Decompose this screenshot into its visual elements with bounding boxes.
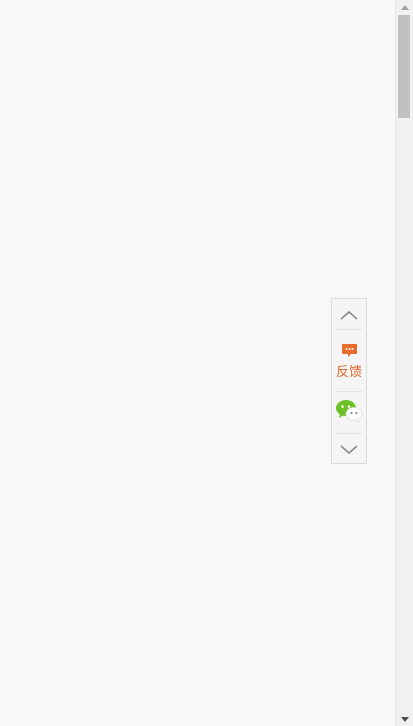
- scrollbar-thumb[interactable]: [398, 15, 410, 118]
- wechat-button[interactable]: [332, 395, 366, 431]
- wechat-icon: [335, 399, 363, 427]
- scroll-up-arrow-icon[interactable]: [396, 0, 413, 14]
- scroll-down-button[interactable]: [332, 434, 366, 464]
- chevron-up-icon: [340, 305, 358, 324]
- scroll-down-arrow-icon[interactable]: [396, 712, 413, 726]
- feedback-button[interactable]: 反馈: [332, 335, 366, 387]
- feedback-label: 反馈: [335, 364, 362, 380]
- side-toolbar: 反馈: [331, 298, 367, 464]
- chat-bubble-icon: [341, 343, 358, 363]
- divider: [336, 391, 362, 392]
- scroll-up-button[interactable]: [332, 299, 366, 329]
- divider: [336, 329, 362, 330]
- vertical-scrollbar[interactable]: [395, 0, 413, 726]
- chevron-down-icon: [340, 440, 358, 459]
